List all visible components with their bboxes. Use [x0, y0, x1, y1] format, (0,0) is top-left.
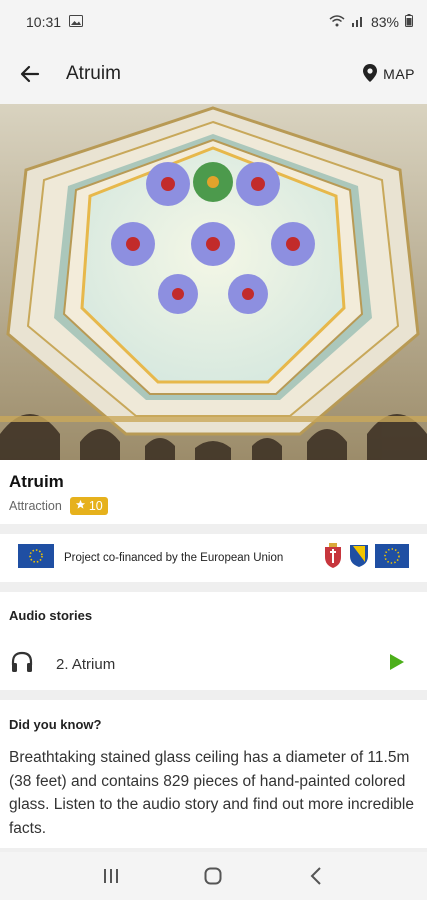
- eu-text: Project co-financed by the European Unio…: [64, 552, 284, 564]
- place-header: Atruim Attraction 10: [0, 460, 427, 524]
- page-title: Atruim: [66, 63, 121, 84]
- interreg-logo: [18, 543, 54, 573]
- place-category: Attraction: [9, 499, 62, 513]
- headphones-icon: [10, 651, 34, 678]
- did-you-know-section: Did you know? Breathtaking stained glass…: [0, 700, 427, 848]
- battery-label: 83%: [370, 14, 399, 30]
- fact-text: Breathtaking stained glass ceiling has a…: [9, 749, 414, 837]
- fact-title: Did you know?: [9, 717, 102, 732]
- eu-banner: Project co-financed by the European Unio…: [0, 534, 427, 582]
- back-arrow-icon[interactable]: [0, 44, 60, 104]
- audio-item-label: 2. Atrium: [56, 655, 116, 673]
- bosnia-coat-of-arms-icon: [349, 544, 369, 573]
- rating-value: 10: [88, 499, 103, 513]
- rating-badge: 10: [69, 497, 108, 515]
- audio-item[interactable]: 2. Atrium: [0, 644, 427, 684]
- status-time: 10:31: [26, 14, 62, 30]
- home-icon[interactable]: [193, 856, 233, 896]
- gallery-icon: [69, 14, 84, 30]
- place-name: Atruim: [9, 472, 64, 491]
- wifi-icon: [329, 14, 345, 30]
- status-bar: 10:31 83%: [0, 0, 427, 44]
- serbia-coat-of-arms-icon: [323, 542, 343, 574]
- audio-section-title: Audio stories: [9, 608, 93, 623]
- system-nav-bar: [0, 852, 427, 900]
- map-button[interactable]: MAP: [363, 63, 415, 85]
- back-nav-icon[interactable]: [296, 856, 336, 896]
- audio-stories-section: Audio stories 2. Atrium: [0, 592, 427, 690]
- hero-image[interactable]: [0, 104, 427, 460]
- battery-icon: [405, 14, 413, 30]
- eu-flag-icon: [375, 543, 409, 573]
- map-label: MAP: [383, 66, 415, 82]
- play-icon[interactable]: [389, 653, 405, 676]
- star-icon: [75, 499, 86, 513]
- signal-icon: [351, 14, 365, 30]
- recent-apps-icon[interactable]: [91, 856, 131, 896]
- app-bar: Atruim MAP: [0, 44, 427, 104]
- location-pin-icon: [363, 63, 378, 85]
